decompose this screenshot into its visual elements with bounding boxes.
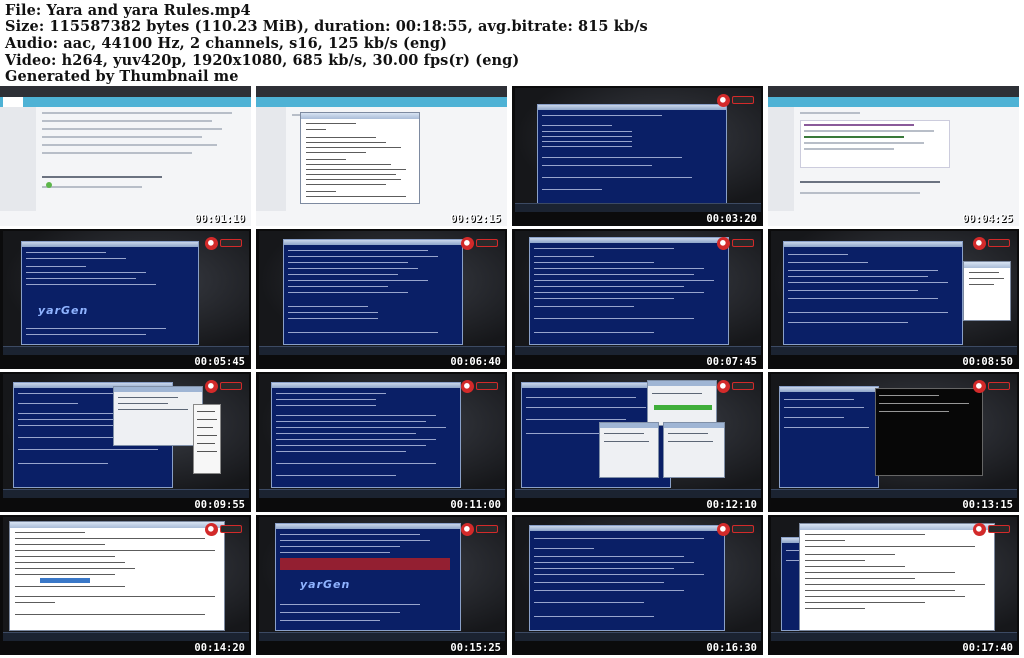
- file-name-line: File: Yara and yara Rules.mp4: [5, 2, 251, 19]
- timestamp: 00:11:00: [450, 499, 501, 511]
- learn-logo-icon: [973, 523, 1011, 536]
- editor-window: [799, 523, 995, 631]
- desktop-screen: [771, 517, 1017, 641]
- console-window: [283, 239, 463, 345]
- generator-line: Generated by Thumbnail me: [5, 68, 239, 85]
- thumbnail-7[interactable]: 00:07:45: [512, 229, 764, 369]
- desktop-screen: [515, 374, 761, 498]
- learn-logo-icon: [973, 237, 1011, 250]
- timestamp: 00:08:50: [962, 356, 1013, 368]
- file-size-line: Size: 115587382 bytes (110.23 MiB), dura…: [5, 18, 648, 35]
- learn-logo-icon: [973, 380, 1011, 393]
- learn-logo-icon: [461, 523, 499, 536]
- learn-logo-icon: [461, 380, 499, 393]
- thumbnail-12[interactable]: 00:13:15: [768, 372, 1020, 512]
- desktop-screen: yarGen: [3, 231, 249, 355]
- timestamp: 00:14:20: [194, 642, 245, 654]
- thumbnail-10[interactable]: 00:11:00: [256, 372, 508, 512]
- audio-info-line: Audio: aac, 44100 Hz, 2 channels, s16, 1…: [5, 35, 448, 52]
- console-window: [529, 237, 729, 345]
- learn-logo-icon: [461, 237, 499, 250]
- learn-logo-icon: [717, 380, 755, 393]
- learn-logo-icon: [717, 94, 755, 107]
- timestamp: 00:12:10: [706, 499, 757, 511]
- console-window: [271, 382, 461, 488]
- desktop-screen: [515, 88, 761, 212]
- thumbnail-9[interactable]: 00:09:55: [0, 372, 252, 512]
- thumbnail-2[interactable]: 00:02:15: [256, 86, 508, 226]
- desktop-screen: [515, 231, 761, 355]
- learn-logo-icon: [717, 237, 755, 250]
- desktop-screen: [259, 374, 505, 498]
- thumbnail-15[interactable]: 00:16:30: [512, 515, 764, 655]
- thumbnail-5[interactable]: yarGen 00:05:45: [0, 229, 252, 369]
- terminal-pane: [875, 388, 983, 476]
- editor-window: [9, 521, 225, 631]
- timestamp: 00:09:55: [194, 499, 245, 511]
- timestamp: 00:16:30: [706, 642, 757, 654]
- console-window: [537, 104, 727, 204]
- learn-logo-icon: [205, 380, 243, 393]
- thumbnail-6[interactable]: 00:06:40: [256, 229, 508, 369]
- timestamp: 00:07:45: [706, 356, 757, 368]
- editor-window: [963, 261, 1011, 321]
- learn-logo-icon: [205, 523, 243, 536]
- thumbnail-1[interactable]: 00:01:10: [0, 86, 252, 226]
- timestamp: 00:02:15: [450, 213, 501, 225]
- desktop-screen: [771, 231, 1017, 355]
- video-info-line: Video: h264, yuv420p, 1920x1080, 685 kb/…: [5, 52, 520, 69]
- thumbnail-11[interactable]: 00:12:10: [512, 372, 764, 512]
- file-dialog: [113, 386, 203, 446]
- timestamp: 00:13:15: [962, 499, 1013, 511]
- console-window: yarGen: [275, 523, 461, 631]
- timestamp: 00:17:40: [962, 642, 1013, 654]
- editor-window: [300, 112, 420, 204]
- context-menu: [193, 404, 221, 474]
- web-page-screen: [768, 86, 1019, 226]
- thumbnail-3[interactable]: 00:03:20: [512, 86, 764, 226]
- console-window: [783, 241, 963, 345]
- console-window: [529, 525, 725, 631]
- thumbnail-14[interactable]: yarGen 00:15:25: [256, 515, 508, 655]
- learn-logo-icon: [205, 237, 243, 250]
- thumbnail-16[interactable]: 00:17:40: [768, 515, 1020, 655]
- console-window: yarGen: [21, 241, 199, 345]
- progress-dialog: [647, 380, 717, 426]
- timestamp: 00:04:25: [962, 213, 1013, 225]
- thumbnail-8[interactable]: 00:08:50: [768, 229, 1020, 369]
- desktop-screen: yarGen: [259, 517, 505, 641]
- file-info-header: File: Yara and yara Rules.mp4 Size: 1155…: [2, 0, 1022, 86]
- timestamp: 00:01:10: [194, 213, 245, 225]
- desktop-screen: [3, 517, 249, 641]
- web-page-screen: [256, 86, 507, 226]
- desktop-screen: [771, 374, 1017, 498]
- timestamp: 00:15:25: [450, 642, 501, 654]
- timestamp: 00:06:40: [450, 356, 501, 368]
- learn-logo-icon: [717, 523, 755, 536]
- desktop-screen: [259, 231, 505, 355]
- timestamp: 00:05:45: [194, 356, 245, 368]
- thumbnail-grid: 00:01:10 00:02:15 00:03:20 00:04:25 yarG…: [0, 86, 1024, 658]
- thumbnail-4[interactable]: 00:04:25: [768, 86, 1020, 226]
- desktop-screen: [3, 374, 249, 498]
- explorer-window: [663, 422, 725, 478]
- explorer-window: [599, 422, 659, 478]
- desktop-screen: [515, 517, 761, 641]
- console-window: [779, 386, 879, 488]
- thumbnail-13[interactable]: 00:14:20: [0, 515, 252, 655]
- web-page-screen: [0, 86, 251, 226]
- timestamp: 00:03:20: [706, 213, 757, 225]
